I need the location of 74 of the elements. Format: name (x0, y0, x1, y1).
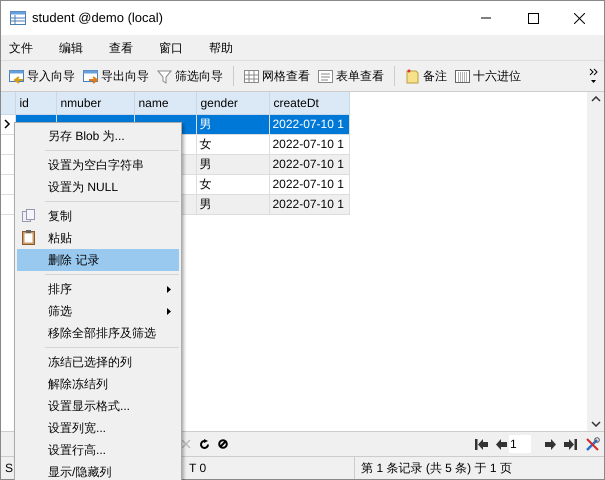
toolbar-button[interactable]: 筛选向导 (155, 64, 225, 88)
menu-item[interactable]: 编辑 (59, 38, 83, 56)
scroll-down-icon[interactable] (590, 421, 600, 427)
form-icon (318, 68, 333, 84)
window-title: student @demo (local) (32, 9, 163, 28)
menu-item[interactable]: 排序 (17, 278, 179, 300)
scroll-up-icon[interactable] (590, 96, 600, 102)
table-icon (10, 11, 26, 25)
column-header[interactable]: nmuber (56, 92, 134, 114)
menu-item[interactable]: 筛选 (17, 300, 179, 322)
funnel-icon (157, 68, 172, 84)
table-cell: 女 (196, 174, 269, 194)
table-cell: 2022-07-10 1 (269, 134, 349, 154)
column-header[interactable]: createDt (269, 92, 349, 114)
table-cell: 2022-07-10 1 (269, 114, 349, 134)
toolbar-button[interactable]: 十六进位 (453, 64, 523, 88)
menu-item[interactable]: 设置为 NULL (17, 176, 179, 198)
delete-icon[interactable] (181, 439, 191, 449)
menu-item[interactable]: 帮助 (209, 38, 233, 56)
vertical-scrollbar[interactable] (587, 92, 604, 431)
menu-item[interactable]: 复制 (17, 205, 179, 227)
next-page-icon[interactable] (545, 438, 556, 450)
submenu-arrow-icon (167, 286, 171, 293)
stop-icon[interactable] (218, 439, 228, 449)
table-cell: 男 (196, 114, 269, 134)
toolbar-button[interactable]: 导出向导 (81, 64, 151, 88)
note-icon (405, 68, 420, 84)
menu-item[interactable]: 解除冻结列 (17, 373, 179, 395)
last-page-icon[interactable] (564, 438, 577, 450)
menu-item[interactable]: 粘贴 (17, 227, 179, 249)
table-cell: 2022-07-10 1 (269, 174, 349, 194)
menu-item[interactable]: 设置显示格式... (17, 395, 179, 417)
menu-item[interactable]: 设置行高... (17, 439, 179, 461)
table-cell: 2022-07-10 1 (269, 194, 349, 214)
menu-item[interactable]: 移除全部排序及筛选 (17, 322, 179, 344)
menu-item[interactable]: 删除 记录 (17, 249, 179, 271)
menu-item[interactable]: 文件 (9, 38, 33, 56)
toolbar-button[interactable]: 网格查看 (242, 64, 312, 88)
close-icon[interactable] (574, 12, 585, 24)
grid-icon (455, 68, 470, 84)
previous-page-icon[interactable] (496, 438, 507, 450)
column-header[interactable]: gender (196, 92, 269, 114)
toolbar-button[interactable]: 表单查看 (316, 64, 386, 88)
toolbar-button[interactable]: 备注 (403, 64, 449, 88)
tools-icon[interactable] (585, 436, 600, 452)
menu-item[interactable]: 窗口 (159, 38, 183, 56)
grid-icon (244, 68, 259, 84)
menu-item[interactable]: 设置为空白字符串 (17, 154, 179, 176)
column-header[interactable]: id (15, 92, 56, 114)
menu-item[interactable]: 设置列宽... (17, 417, 179, 439)
toolbar-button[interactable]: 导入向导 (7, 64, 77, 88)
menu-item[interactable]: 冻结已选择的列 (17, 351, 179, 373)
page-field[interactable]: 1 (509, 435, 531, 453)
submenu-arrow-icon (167, 308, 171, 315)
column-header[interactable]: name (134, 92, 196, 114)
first-page-icon[interactable] (475, 438, 488, 450)
menu-item[interactable]: 显示/隐藏列 (17, 461, 179, 480)
menu-item[interactable]: 查看 (109, 38, 133, 56)
row-header-corner (1, 92, 15, 114)
overflow-icon[interactable] (589, 67, 598, 85)
status-text: T 0 (189, 460, 206, 477)
record-status: 第 1 条记录 (共 5 条) 于 1 页 (361, 460, 512, 477)
menu-item[interactable]: 另存 Blob 为... (17, 125, 179, 147)
table-cell: 2022-07-10 1 (269, 154, 349, 174)
table-cell: 男 (196, 194, 269, 214)
maximize-icon[interactable] (528, 12, 539, 24)
table-cell: 女 (196, 134, 269, 154)
table-icon (83, 68, 98, 84)
table-cell: 男 (196, 154, 269, 174)
copy-icon (22, 209, 36, 223)
status-text: S (5, 460, 14, 477)
refresh-icon[interactable] (199, 438, 210, 450)
clipboard-icon (22, 230, 35, 245)
table-icon (9, 68, 24, 84)
